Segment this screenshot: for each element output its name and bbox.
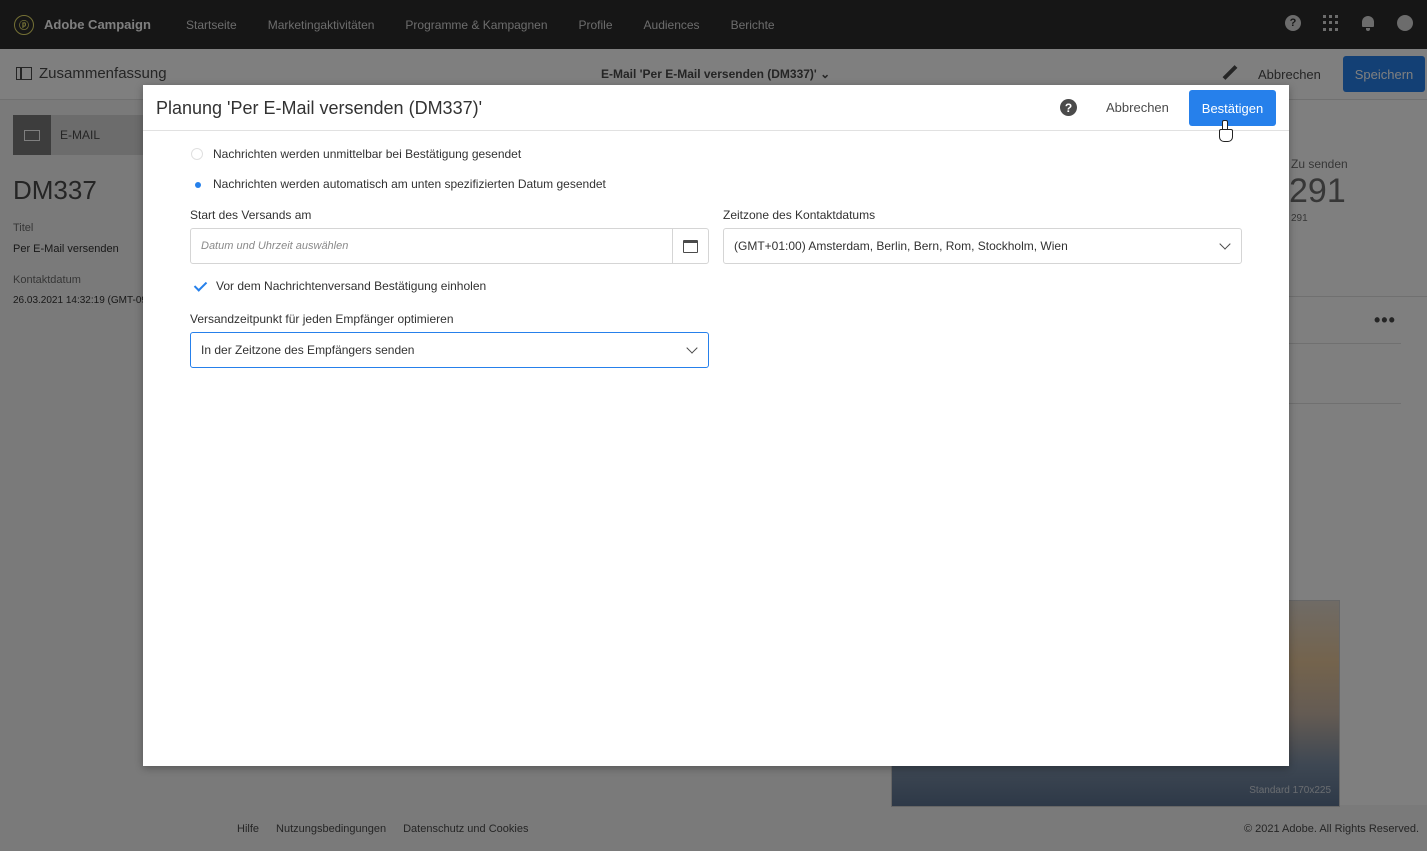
calendar-button[interactable] xyxy=(672,229,708,263)
confirm-before-send-label: Vor dem Nachrichtenversand Bestätigung e… xyxy=(216,279,487,293)
confirm-before-send-checkbox[interactable]: Vor dem Nachrichtenversand Bestätigung e… xyxy=(192,278,486,294)
calendar-icon xyxy=(683,239,698,253)
dialog-header: Planung 'Per E-Mail versenden (DM337)' ?… xyxy=(143,85,1289,142)
start-date-label: Start des Versands am xyxy=(190,208,312,222)
hand-cursor-icon xyxy=(1218,120,1233,142)
optimize-send-time-select[interactable]: In der Zeitzone des Empfängers senden xyxy=(190,332,709,368)
radio-send-immediately[interactable]: Nachrichten werden unmittelbar bei Bestä… xyxy=(191,147,521,161)
radio-immediate-label: Nachrichten werden unmittelbar bei Bestä… xyxy=(213,147,522,161)
radio-button-unchecked[interactable] xyxy=(191,148,203,160)
dialog-title: Planung 'Per E-Mail versenden (DM337)' xyxy=(156,98,483,118)
timezone-value: (GMT+01:00) Amsterdam, Berlin, Bern, Rom… xyxy=(734,239,1068,253)
timezone-select[interactable]: (GMT+01:00) Amsterdam, Berlin, Bern, Rom… xyxy=(723,228,1242,264)
chevron-down-icon xyxy=(686,342,698,354)
checkbox-checked-icon[interactable] xyxy=(192,278,208,294)
start-date-placeholder[interactable]: Datum und Uhrzeit auswählen xyxy=(191,229,672,263)
timezone-label: Zeitzone des Kontaktdatums xyxy=(723,208,876,222)
radio-button-checked[interactable] xyxy=(191,178,203,190)
optimize-label: Versandzeitpunkt für jeden Empfänger opt… xyxy=(190,312,454,326)
radio-send-scheduled[interactable]: Nachrichten werden automatisch am unten … xyxy=(191,177,606,191)
dialog-confirm-button[interactable]: Bestätigen xyxy=(1189,90,1276,126)
dialog-help-icon[interactable]: ? xyxy=(1060,99,1077,116)
radio-scheduled-label: Nachrichten werden automatisch am unten … xyxy=(213,177,606,191)
scheduling-dialog: Planung 'Per E-Mail versenden (DM337)' ?… xyxy=(143,85,1289,766)
optimize-value: In der Zeitzone des Empfängers senden xyxy=(201,343,415,357)
start-date-input[interactable]: Datum und Uhrzeit auswählen xyxy=(190,228,709,264)
chevron-down-icon xyxy=(1219,238,1231,250)
dialog-cancel-button[interactable]: Abbrechen xyxy=(1106,100,1169,115)
